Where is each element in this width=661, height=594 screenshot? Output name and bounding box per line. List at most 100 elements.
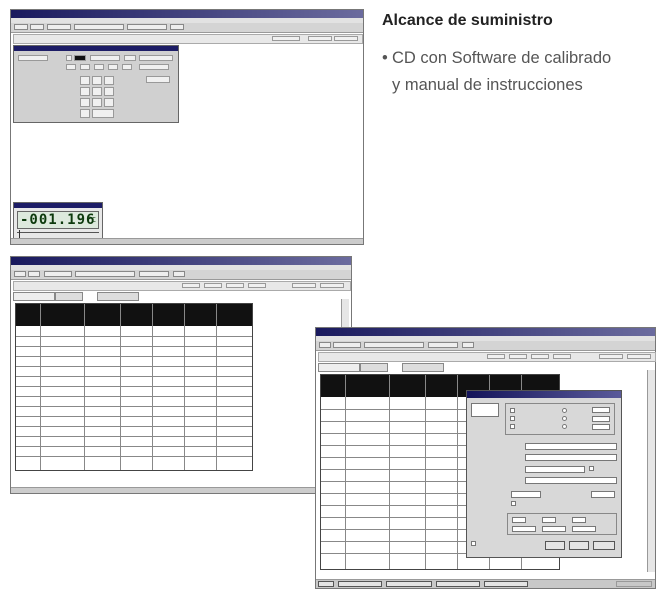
field-button[interactable]	[320, 283, 344, 288]
radio-button[interactable]	[562, 424, 567, 429]
field-button[interactable]	[509, 354, 527, 359]
toolbar-button[interactable]	[28, 271, 40, 277]
tab[interactable]	[97, 292, 139, 301]
keypad-key[interactable]	[104, 76, 114, 85]
dialog-list[interactable]	[471, 403, 499, 417]
keypad-key[interactable]	[80, 87, 90, 96]
start-button[interactable]	[318, 581, 334, 587]
toolbar-button[interactable]	[30, 24, 44, 30]
cancel-button[interactable]	[569, 541, 589, 550]
toolbar-button[interactable]	[462, 342, 474, 348]
checkbox[interactable]	[510, 424, 515, 429]
tab[interactable]	[318, 363, 360, 372]
small-button[interactable]	[122, 64, 132, 70]
toolbar-button[interactable]	[47, 24, 71, 30]
field-button[interactable]	[248, 283, 266, 288]
configuration-dialog	[466, 390, 622, 558]
scale-line	[17, 232, 99, 233]
tab[interactable]	[55, 292, 83, 301]
panel-button[interactable]	[146, 76, 170, 83]
checkbox[interactable]	[510, 408, 515, 413]
small-button[interactable]	[66, 64, 76, 70]
bullet-marker: •	[382, 49, 388, 67]
keypad-key[interactable]	[92, 98, 102, 107]
field-button[interactable]	[272, 36, 300, 41]
field-button[interactable]	[487, 354, 505, 359]
keypad-key[interactable]	[92, 109, 114, 118]
field-button[interactable]	[308, 36, 332, 41]
keypad-key[interactable]	[80, 109, 90, 118]
toolbar-button[interactable]	[14, 24, 28, 30]
small-button[interactable]	[80, 64, 90, 70]
keypad-key[interactable]	[80, 98, 90, 107]
toolbar-button[interactable]	[170, 24, 184, 30]
small-button[interactable]	[139, 64, 169, 70]
toolbar-button[interactable]	[333, 342, 361, 348]
tab[interactable]	[13, 292, 55, 301]
taskbar-item[interactable]	[338, 581, 382, 587]
checkbox[interactable]	[510, 416, 515, 421]
option-box[interactable]	[139, 55, 173, 61]
field-button[interactable]	[182, 283, 200, 288]
field-button[interactable]	[599, 354, 623, 359]
option-box[interactable]	[90, 55, 120, 61]
toolbar-button[interactable]	[428, 342, 458, 348]
small-button[interactable]	[94, 64, 104, 70]
keypad-key[interactable]	[80, 76, 90, 85]
toolbar-button[interactable]	[44, 271, 72, 277]
text-field[interactable]	[525, 477, 617, 484]
value-field[interactable]	[512, 526, 536, 532]
option-box[interactable]	[124, 55, 136, 61]
field-button[interactable]	[627, 354, 651, 359]
tab[interactable]	[402, 363, 444, 372]
radio-button[interactable]	[562, 416, 567, 421]
small-button[interactable]	[108, 64, 118, 70]
field-button[interactable]	[531, 354, 549, 359]
checkbox[interactable]	[589, 466, 594, 471]
radio-button[interactable]	[562, 408, 567, 413]
toolbar-button[interactable]	[139, 271, 169, 277]
value-field[interactable]	[542, 517, 556, 523]
dropdown[interactable]	[18, 55, 48, 61]
value-field[interactable]	[592, 424, 610, 430]
field-button[interactable]	[334, 36, 358, 41]
field-button[interactable]	[292, 283, 316, 288]
keypad-key[interactable]	[104, 87, 114, 96]
option-box[interactable]	[66, 55, 72, 61]
value-field[interactable]	[511, 491, 541, 498]
checkbox[interactable]	[511, 501, 516, 506]
toolbar-button[interactable]	[127, 24, 167, 30]
taskbar-item[interactable]	[436, 581, 480, 587]
help-button[interactable]	[593, 541, 615, 550]
text-field[interactable]	[525, 454, 617, 461]
field-button[interactable]	[226, 283, 244, 288]
toolbar-button[interactable]	[74, 24, 124, 30]
value-field[interactable]	[592, 416, 610, 422]
keypad-key[interactable]	[92, 87, 102, 96]
field-button[interactable]	[204, 283, 222, 288]
value-field[interactable]	[542, 526, 566, 532]
selected-box[interactable]	[74, 55, 86, 61]
keypad-key[interactable]	[92, 76, 102, 85]
text-field[interactable]	[525, 443, 617, 450]
toolbar-button[interactable]	[319, 342, 331, 348]
value-field[interactable]	[592, 407, 610, 413]
field-button[interactable]	[553, 354, 571, 359]
value-field[interactable]	[572, 526, 596, 532]
text-field[interactable]	[525, 466, 585, 473]
toolbar-button[interactable]	[364, 342, 424, 348]
ok-button[interactable]	[545, 541, 565, 550]
tab[interactable]	[360, 363, 388, 372]
value-field[interactable]	[591, 491, 615, 498]
checkbox[interactable]	[471, 541, 476, 546]
taskbar-item[interactable]	[386, 581, 432, 587]
toolbar-button[interactable]	[75, 271, 135, 277]
status-bar	[11, 487, 351, 493]
keypad-key[interactable]	[104, 98, 114, 107]
scrollbar[interactable]	[647, 370, 655, 572]
toolbar-button[interactable]	[173, 271, 185, 277]
taskbar-item[interactable]	[484, 581, 528, 587]
value-field[interactable]	[572, 517, 586, 523]
toolbar-button[interactable]	[14, 271, 26, 277]
value-field[interactable]	[512, 517, 526, 523]
